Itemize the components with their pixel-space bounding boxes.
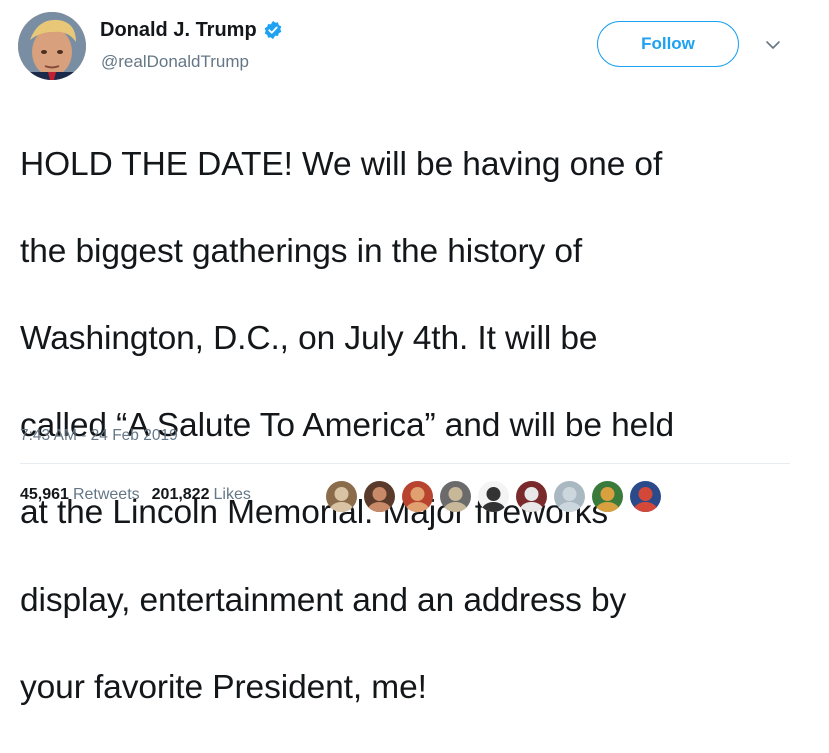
tweet-text-line: your favorite President, me!: [20, 668, 427, 706]
follow-button[interactable]: Follow: [597, 21, 739, 67]
liker-avatar[interactable]: [326, 480, 357, 512]
tweet-timestamp[interactable]: 7:43 AM - 24 Feb 2019: [20, 427, 178, 445]
avatar-image: [18, 12, 86, 80]
chevron-down-icon[interactable]: [764, 38, 782, 52]
retweets-label: Retweets: [72, 486, 140, 503]
user-handle[interactable]: @realDonaldTrump: [101, 52, 249, 72]
liker-avatar[interactable]: [440, 480, 471, 512]
liker-avatar[interactable]: [516, 480, 547, 512]
liker-avatar[interactable]: [592, 480, 623, 512]
liker-avatar[interactable]: [402, 480, 433, 512]
tweet-text-line: Washington, D.C., on July 4th. It will b…: [20, 319, 598, 357]
retweets-stat[interactable]: 45,961 Retweets: [20, 486, 140, 504]
divider: [20, 463, 790, 464]
profile-avatar[interactable]: [18, 12, 86, 80]
liker-avatar[interactable]: [630, 480, 661, 512]
verified-badge-icon: [263, 20, 283, 40]
likes-count: 201,822: [151, 486, 210, 503]
tweet-text-line: HOLD THE DATE! We will be having one of: [20, 145, 663, 183]
tweet-stats: 45,961 Retweets 201,822 Likes: [20, 486, 251, 504]
likes-stat[interactable]: 201,822 Likes: [152, 486, 251, 504]
likes-label: Likes: [213, 486, 251, 503]
retweets-count: 45,961: [20, 486, 69, 503]
liker-avatars: [326, 479, 668, 513]
name-row: Donald J. Trump: [100, 18, 283, 42]
display-name[interactable]: Donald J. Trump: [100, 19, 257, 42]
tweet-text: HOLD THE DATE! We will be having one of …: [20, 99, 810, 753]
liker-avatar[interactable]: [364, 480, 395, 512]
liker-avatar[interactable]: [554, 480, 585, 512]
tweet-text-line: the biggest gatherings in the history of: [20, 232, 583, 270]
tweet-text-line: display, entertainment and an address by: [20, 581, 627, 619]
liker-avatar[interactable]: [478, 480, 509, 512]
tweet-card: Donald J. Trump @realDonaldTrump Follow …: [0, 0, 829, 706]
